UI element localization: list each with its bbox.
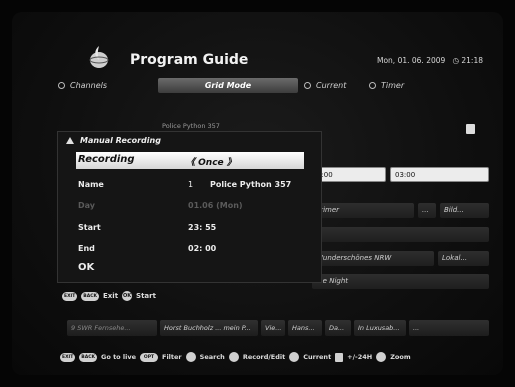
page-title: Program Guide <box>130 52 249 68</box>
legend-pages[interactable]: +/-24H <box>347 353 372 361</box>
programme-cell[interactable]: Horst Buchholz ... mein P... <box>160 320 258 336</box>
key-legend: EXIT BACK Go to live OPT Filter Search R… <box>60 352 495 362</box>
mode-grid[interactable]: Grid Mode <box>158 78 298 93</box>
name-row[interactable]: Name 1 Police Python 357 <box>58 176 321 193</box>
exit-key-icon: EXIT <box>60 352 76 362</box>
ok-row[interactable]: OK <box>58 260 321 277</box>
grid-cell[interactable]: Lokal... <box>438 251 489 266</box>
day-row: Day 01.06 (Mon) <box>58 197 321 214</box>
mode-label: Channels <box>70 81 108 90</box>
exit-key-icon: EXIT <box>62 291 78 301</box>
legend-search[interactable]: Search <box>200 353 225 361</box>
tv-screen: Program Guide Mon, 01. 06. 2009 ◷ 21:18 … <box>12 12 503 375</box>
manual-recording-dialog: Manual Recording Recording 《 Once 》 Name… <box>57 131 322 283</box>
option-key-icon: OPT <box>140 352 159 362</box>
mode-label: Current <box>316 81 347 90</box>
grid-cell[interactable]: 03:00 <box>390 167 489 182</box>
name-value: Police Python 357 <box>210 180 292 189</box>
start-value[interactable]: 23: 55 <box>188 223 216 232</box>
record-key-icon <box>228 352 239 362</box>
info-icon <box>466 124 475 134</box>
recording-value[interactable]: 《 Once 》 <box>186 155 236 168</box>
dialog-hints: EXIT BACK Exit OK Start <box>62 291 156 301</box>
programme-cell[interactable]: ... <box>409 320 489 336</box>
current-key-icon <box>289 352 300 362</box>
grid-row: ...e Night <box>312 274 489 289</box>
mode-label: Timer <box>381 81 405 90</box>
globe-logo-icon <box>89 46 109 68</box>
recording-row[interactable]: Recording 《 Once 》 <box>76 152 304 169</box>
clock-icon: ◷ <box>452 56 459 65</box>
legend-filter[interactable]: Filter <box>162 353 182 361</box>
mode-channels[interactable]: Channels <box>58 81 107 90</box>
grid-row: Wunderschönes NRW Lokal... <box>312 251 489 266</box>
programme-cell[interactable]: Hans... <box>288 320 322 336</box>
radio-icon <box>369 82 376 89</box>
day-value: 01.06 (Mon) <box>188 201 243 210</box>
chevron-left-icon[interactable]: 《 <box>186 158 195 168</box>
exit-hint-label[interactable]: Exit <box>103 292 118 300</box>
grid-cell[interactable] <box>312 227 489 242</box>
ok-button[interactable]: OK <box>78 262 94 273</box>
mode-current[interactable]: Current <box>304 81 346 90</box>
channel-row-bottom: 9 SWR Fernsehe... Horst Buchholz ... mei… <box>67 320 489 336</box>
zoom-key-icon <box>376 352 387 362</box>
grid-cell[interactable]: 2:00 <box>312 167 386 182</box>
legend-record-edit[interactable]: Record/Edit <box>243 353 285 361</box>
recording-value-text: Once <box>198 158 224 168</box>
programme-cell[interactable]: Da... <box>325 320 351 336</box>
grid-row-empty <box>312 227 489 242</box>
channel-name[interactable]: 9 SWR Fernsehe... <box>67 320 157 336</box>
warning-icon <box>66 137 74 144</box>
name-label: Name <box>78 180 104 189</box>
end-label: End <box>78 244 95 253</box>
legend-zoom[interactable]: Zoom <box>390 353 410 361</box>
programme-cell[interactable]: Vie... <box>261 320 285 336</box>
mode-bar: Channels Grid Mode Current Timer <box>12 78 503 98</box>
page-key-icon <box>335 352 344 362</box>
radio-icon <box>304 82 311 89</box>
day-label: Day <box>78 201 96 210</box>
end-value[interactable]: 02: 00 <box>188 244 216 253</box>
search-key-icon <box>185 352 196 362</box>
date-text: Mon, 01. 06. 2009 <box>376 56 446 65</box>
dialog-header: Manual Recording <box>58 132 321 149</box>
dialog-title: Manual Recording <box>80 136 161 145</box>
grid-row: Primer ... Bild... <box>312 203 489 218</box>
grid-time-row: 2:00 03:00 <box>312 167 489 182</box>
start-row[interactable]: Start 23: 55 <box>58 219 321 236</box>
chevron-right-icon[interactable]: 》 <box>227 158 236 168</box>
legend-goto-live[interactable]: Go to live <box>101 353 136 361</box>
time-text: 21:18 <box>461 56 483 65</box>
ok-key-icon: OK <box>122 291 133 301</box>
grid-cell[interactable]: ... <box>418 203 436 218</box>
mode-timer[interactable]: Timer <box>369 81 404 90</box>
grid-cell[interactable]: Wunderschönes NRW <box>312 251 434 266</box>
grid-cell[interactable]: Primer <box>312 203 414 218</box>
date-time: Mon, 01. 06. 2009 ◷ 21:18 <box>377 56 483 65</box>
back-key-icon: BACK <box>81 291 99 301</box>
programme-cell[interactable]: In Luxusab... <box>354 320 406 336</box>
start-hint-label[interactable]: Start <box>136 292 156 300</box>
back-key-icon: BACK <box>79 352 97 362</box>
top-channel-label: Police Python 357 <box>162 122 220 130</box>
radio-icon <box>58 82 65 89</box>
name-index: 1 <box>188 180 194 189</box>
end-row[interactable]: End 02: 00 <box>58 240 321 257</box>
start-label: Start <box>78 223 101 232</box>
grid-cell[interactable]: Bild... <box>440 203 489 218</box>
legend-current[interactable]: Current <box>303 353 331 361</box>
recording-label: Recording <box>78 154 135 165</box>
grid-cell[interactable]: ...e Night <box>312 274 489 289</box>
